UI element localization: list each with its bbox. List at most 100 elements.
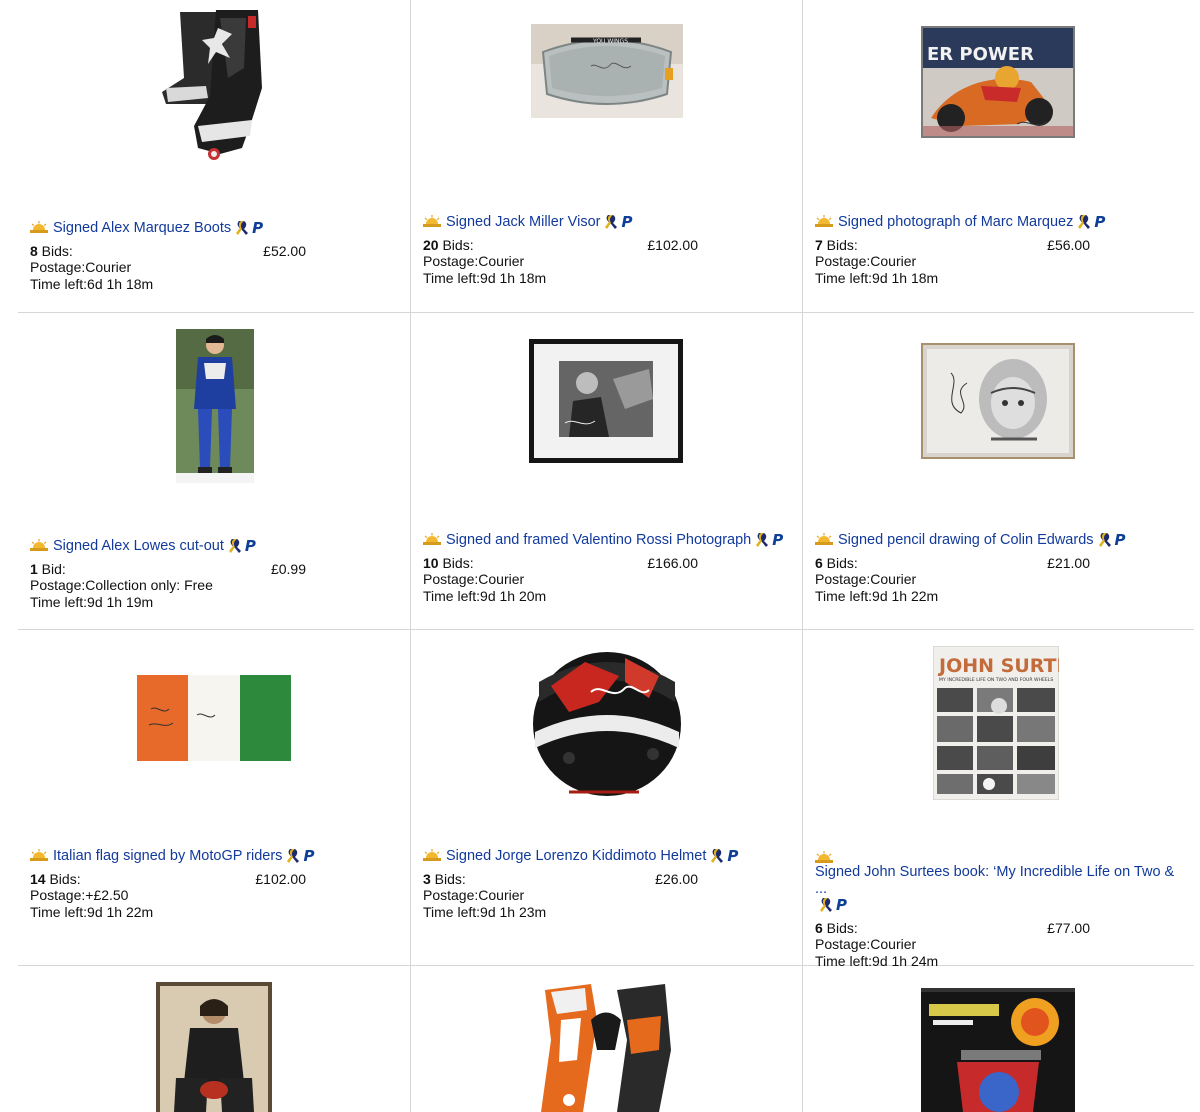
book-subtitle: MY INCREDIBLE LIFE ON TWO AND FOUR WHEEL…: [939, 677, 1053, 683]
paypal-icon: P: [303, 847, 315, 865]
listing-card[interactable]: Italian flag signed by MotoGP riders P 1…: [18, 630, 410, 965]
listing-image-cutout[interactable]: [176, 329, 254, 483]
listing-card[interactable]: Signed Alex Marquez Boots P 8 Bids: £52.0…: [18, 0, 410, 312]
listing-price: £102.00: [647, 236, 698, 253]
paypal-icon: P: [727, 847, 739, 865]
ribbon-icon: [604, 214, 618, 230]
listing-image-visor[interactable]: YOU WINGS: [531, 24, 683, 118]
ribbon-icon: [1077, 214, 1091, 230]
visor-text: YOU WINGS: [592, 38, 628, 45]
paypal-icon: P: [621, 213, 633, 231]
bids-label: Bids:: [822, 554, 858, 571]
listing-title[interactable]: Signed Jorge Lorenzo Kiddimoto Helmet: [446, 848, 706, 865]
sun-seller-icon: [30, 849, 48, 861]
listing-title[interactable]: Italian flag signed by MotoGP riders: [53, 848, 282, 865]
ribbon-icon: [286, 848, 300, 864]
paypal-icon: P: [244, 537, 256, 555]
ribbon-icon: [710, 848, 724, 864]
listing-card[interactable]: Signed Jorge Lorenzo Kiddimoto Helmet P …: [410, 630, 802, 965]
listing-card[interactable]: [802, 966, 1194, 1112]
ribbon-icon: [819, 897, 833, 913]
listing-card[interactable]: Signed and framed Valentino Rossi Photog…: [410, 313, 802, 629]
listing-card[interactable]: Signed Alex Lowes cut-out P 1 Bid: £0.99 …: [18, 313, 410, 629]
sun-seller-icon: [423, 215, 441, 227]
listing-info: Signed pencil drawing of Colin Edwards P…: [815, 532, 1180, 604]
time-left-text: Time left:9d 1h 22m: [815, 587, 939, 604]
listing-title[interactable]: Signed pencil drawing of Colin Edwards: [838, 532, 1094, 549]
bids-label: Bids:: [37, 242, 73, 259]
sun-seller-icon: [423, 849, 441, 861]
listing-price: £0.99: [270, 560, 306, 577]
listing-info: Signed Jack Miller Visor P 20 Bids: £102.…: [423, 214, 788, 286]
bids-count: 3: [423, 870, 431, 887]
listing-image-book[interactable]: JOHN SURTEES MY INCREDIBLE LIFE ON TWO A…: [933, 646, 1059, 800]
listing-info: Signed photograph of Marc Marquez P 7 Bi…: [815, 214, 1180, 286]
postage-text: Postage:Collection only: Free: [30, 577, 213, 593]
listing-price: £102.00: [255, 870, 306, 887]
listing-info: Italian flag signed by MotoGP riders P 1…: [30, 848, 396, 920]
listing-card[interactable]: [410, 966, 802, 1112]
listing-title[interactable]: Signed and framed Valentino Rossi Photog…: [446, 532, 751, 549]
listing-price: £56.00: [1047, 236, 1090, 253]
postage-text: Postage:Courier: [815, 253, 917, 269]
listing-title[interactable]: Signed John Surtees book: ‘My Incredible…: [815, 864, 1180, 897]
time-left-text: Time left:9d 1h 19m: [30, 593, 154, 610]
ribbon-icon: [228, 538, 242, 554]
ribbon-icon: [755, 532, 769, 548]
listing-title[interactable]: Signed Alex Marquez Boots: [53, 220, 231, 237]
time-left-text: Time left:9d 1h 22m: [30, 903, 154, 920]
listing-grid: Signed Alex Marquez Boots P 8 Bids: £52.0…: [18, 0, 1194, 1112]
listing-card[interactable]: Signed pencil drawing of Colin Edwards P…: [802, 313, 1194, 629]
listing-image-collection-box[interactable]: [921, 988, 1075, 1112]
time-left-text: Time left:9d 1h 18m: [815, 269, 939, 286]
time-left-text: Time left:6d 1h 18m: [30, 275, 154, 292]
bids-label: Bid:: [37, 560, 66, 577]
bids-count: 20: [423, 236, 439, 253]
bids-label: Bids:: [430, 870, 466, 887]
sun-seller-icon: [30, 221, 48, 233]
sun-seller-icon: [423, 533, 441, 545]
bids-label: Bids:: [438, 554, 474, 571]
listing-price: £26.00: [655, 870, 698, 887]
time-left-text: Time left:9d 1h 18m: [423, 269, 547, 286]
listing-card[interactable]: JOHN SURTEES MY INCREDIBLE LIFE ON TWO A…: [802, 630, 1194, 969]
listing-row: Signed Alex Marquez Boots P 8 Bids: £52.0…: [18, 0, 1194, 313]
book-title: JOHN SURTEES: [937, 655, 1059, 677]
sun-seller-icon: [815, 851, 833, 863]
listing-image-rider-poster[interactable]: [156, 982, 272, 1112]
listing-image-flag[interactable]: [137, 675, 291, 761]
listing-info: Signed Jorge Lorenzo Kiddimoto Helmet P …: [423, 848, 788, 920]
bids-label: Bids:: [822, 919, 858, 936]
listing-price: £77.00: [1047, 919, 1090, 936]
listing-card[interactable]: ER POWER Signed photograph of Marc Marqu…: [802, 0, 1194, 312]
listing-image-boots[interactable]: [158, 8, 278, 164]
listing-row: Italian flag signed by MotoGP riders P 1…: [18, 630, 1194, 969]
listing-title[interactable]: Signed photograph of Marc Marquez: [838, 214, 1073, 231]
postage-text: Postage:Courier: [815, 571, 917, 587]
listing-image-framed-photo[interactable]: [529, 339, 683, 463]
time-left-text: Time left:9d 1h 20m: [423, 587, 547, 604]
postage-text: Postage:Courier: [30, 259, 132, 275]
bids-count: 6: [815, 919, 823, 936]
ribbon-icon: [235, 220, 249, 236]
sun-seller-icon: [815, 533, 833, 545]
sun-seller-icon: [30, 539, 48, 551]
listing-image-race-boots[interactable]: [531, 980, 681, 1112]
listing-row: [18, 966, 1194, 1112]
bids-label: Bids:: [45, 870, 81, 887]
listing-price: £21.00: [1047, 554, 1090, 571]
listing-info: Signed Alex Marquez Boots P 8 Bids: £52.0…: [30, 220, 396, 292]
postage-text: Postage:Courier: [423, 253, 525, 269]
bids-count: 14: [30, 870, 46, 887]
listing-image-helmet[interactable]: [529, 642, 685, 802]
listing-image-pencil-drawing[interactable]: [921, 343, 1075, 459]
listing-title[interactable]: Signed Alex Lowes cut-out: [53, 538, 224, 555]
bids-count: 1: [30, 560, 38, 577]
listing-card[interactable]: YOU WINGS Signed Jack Miller Visor P 20 …: [410, 0, 802, 312]
paypal-icon: P: [836, 896, 847, 914]
listing-image-photograph[interactable]: ER POWER: [921, 26, 1075, 138]
listing-title[interactable]: Signed Jack Miller Visor: [446, 214, 600, 231]
listing-price: £52.00: [263, 242, 306, 259]
listing-card[interactable]: [18, 966, 410, 1112]
postage-text: Postage:+£2.50: [30, 887, 129, 903]
